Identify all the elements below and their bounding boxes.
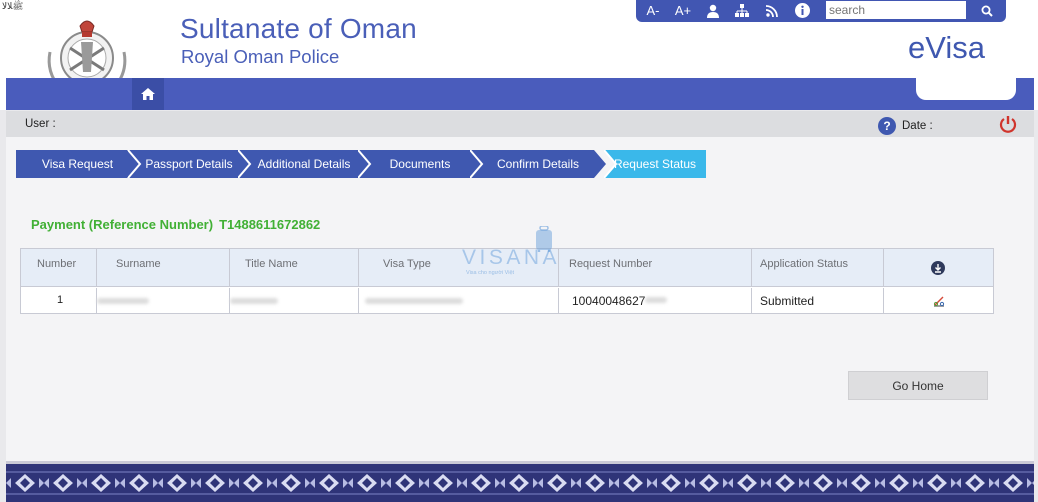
site-subtitle: Royal Oman Police xyxy=(181,46,340,67)
step-label: Passport Details xyxy=(145,157,233,171)
cell-request-number: 10040048627 xyxy=(572,294,646,308)
step-label: Visa Request xyxy=(41,157,114,171)
step-confirm-details[interactable]: Confirm Details xyxy=(470,150,606,178)
user-icon[interactable] xyxy=(704,1,722,20)
redacted-request-suffix xyxy=(645,297,667,303)
step-visa-request[interactable]: Visa Request xyxy=(16,150,139,178)
payment-reference-number: T1488611672862 xyxy=(219,217,321,232)
sitemap-icon[interactable] xyxy=(732,1,752,20)
table-row: 1 10040048627 Submitted xyxy=(21,288,993,313)
cell-application-status: Submitted xyxy=(760,294,815,308)
corner-calligraphy: ﷺﻼﻟﺎ xyxy=(2,2,24,12)
go-home-button[interactable]: Go Home xyxy=(848,371,988,400)
print-receipt-icon[interactable] xyxy=(931,293,947,309)
step-label: Additional Details xyxy=(257,157,351,171)
help-icon[interactable]: ? xyxy=(878,117,896,135)
user-info-bar: User : ? Date : xyxy=(6,111,1034,137)
column-header-visa-type: Visa Type xyxy=(383,258,431,270)
payment-reference: Payment (Reference Number) T1488611672862 xyxy=(31,217,320,232)
column-header-title-name: Title Name xyxy=(245,258,298,270)
download-all-icon[interactable] xyxy=(931,261,945,275)
rss-icon[interactable] xyxy=(762,1,782,20)
info-icon[interactable] xyxy=(792,1,812,20)
site-title: Sultanate of Oman xyxy=(180,13,417,44)
home-button[interactable] xyxy=(132,78,164,110)
step-label: Confirm Details xyxy=(496,157,580,171)
column-header-surname: Surname xyxy=(116,258,161,270)
font-decrease-icon[interactable]: A- xyxy=(642,1,664,20)
search-input[interactable] xyxy=(826,1,966,19)
step-request-status[interactable]: Request Status xyxy=(604,150,706,178)
cell-number: 1 xyxy=(57,294,64,306)
step-additional-details[interactable]: Additional Details xyxy=(238,150,370,178)
step-label: Request Status xyxy=(613,157,697,171)
nav-band-notch xyxy=(916,78,1016,100)
watermark-brand: VISANA xyxy=(462,246,561,269)
step-label: Documents xyxy=(389,157,451,171)
column-header-number: Number xyxy=(37,258,77,270)
evisa-brand: eVisa xyxy=(908,30,985,65)
decorative-footer xyxy=(6,464,1034,502)
search-icon[interactable] xyxy=(976,1,998,20)
font-increase-icon[interactable]: A+ xyxy=(672,1,694,20)
home-icon xyxy=(141,88,155,100)
step-passport-details[interactable]: Passport Details xyxy=(128,150,250,178)
accessibility-toolbar: A- A+ xyxy=(636,0,1006,22)
user-label: User : xyxy=(25,118,56,130)
redacted-title-name xyxy=(230,298,278,304)
column-header-request-number: Request Number xyxy=(569,258,653,270)
column-header-application-status: Application Status xyxy=(760,258,849,270)
payment-label: Payment (Reference Number) xyxy=(31,217,214,232)
watermark-tagline: Visa cho người Việt xyxy=(466,270,515,276)
redacted-surname xyxy=(97,298,149,304)
date-label: Date : xyxy=(902,120,933,132)
redacted-visa-type xyxy=(365,298,463,304)
visana-watermark: VISANA Visa cho người Việt xyxy=(462,226,578,276)
step-documents[interactable]: Documents xyxy=(358,150,482,178)
footer-pattern xyxy=(6,464,1034,502)
logout-power-icon[interactable] xyxy=(998,114,1018,134)
